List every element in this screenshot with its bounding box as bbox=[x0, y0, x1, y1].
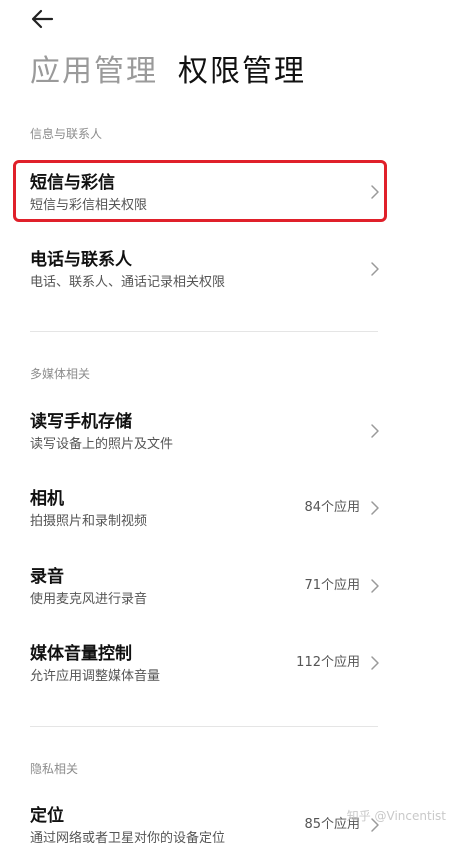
item-title: 短信与彩信 bbox=[30, 173, 115, 193]
item-subtitle: 短信与彩信相关权限 bbox=[30, 198, 148, 213]
item-title: 定位 bbox=[30, 806, 64, 826]
chevron-right-icon bbox=[371, 262, 379, 276]
header-tabs: 应用管理 权限管理 bbox=[30, 50, 306, 94]
tab-permission-management[interactable]: 权限管理 bbox=[178, 50, 306, 94]
chevron-right-icon bbox=[371, 579, 379, 593]
list-item-location[interactable]: 定位 通过网络或者卫星对你的设备定位 85个应用 bbox=[30, 805, 380, 855]
tab-app-management[interactable]: 应用管理 bbox=[30, 50, 158, 94]
chevron-right-icon bbox=[371, 656, 379, 670]
chevron-right-icon bbox=[371, 501, 379, 515]
section-header-media: 多媒体相关 bbox=[30, 367, 91, 381]
item-subtitle: 允许应用调整媒体音量 bbox=[30, 669, 161, 684]
section-header-messaging: 信息与联系人 bbox=[30, 127, 103, 141]
chevron-right-icon bbox=[371, 424, 379, 438]
app-count: 112个应用 bbox=[296, 655, 360, 670]
item-title: 相机 bbox=[30, 489, 64, 509]
item-subtitle: 拍摄照片和录制视频 bbox=[30, 514, 148, 529]
item-subtitle: 读写设备上的照片及文件 bbox=[30, 437, 174, 452]
item-title: 录音 bbox=[30, 567, 64, 587]
list-item-media-volume[interactable]: 媒体音量控制 允许应用调整媒体音量 112个应用 bbox=[30, 643, 380, 693]
section-header-privacy: 隐私相关 bbox=[30, 762, 79, 776]
list-item-storage[interactable]: 读写手机存储 读写设备上的照片及文件 bbox=[30, 411, 380, 461]
section-divider bbox=[30, 726, 378, 727]
item-title: 媒体音量控制 bbox=[30, 644, 132, 664]
back-arrow-icon bbox=[31, 9, 54, 29]
item-subtitle: 通过网络或者卫星对你的设备定位 bbox=[30, 831, 226, 846]
list-item-camera[interactable]: 相机 拍摄照片和录制视频 84个应用 bbox=[30, 488, 380, 538]
section-divider bbox=[30, 331, 378, 332]
item-subtitle: 使用麦克风进行录音 bbox=[30, 592, 148, 607]
watermark: 知乎 @Vincentist bbox=[346, 809, 446, 823]
chevron-right-icon bbox=[371, 185, 379, 199]
list-item-phone-contacts[interactable]: 电话与联系人 电话、联系人、通话记录相关权限 bbox=[30, 249, 380, 299]
back-button[interactable] bbox=[30, 6, 56, 32]
list-item-record[interactable]: 录音 使用麦克风进行录音 71个应用 bbox=[30, 566, 380, 616]
list-item-sms[interactable]: 短信与彩信 短信与彩信相关权限 bbox=[30, 172, 380, 222]
item-title: 读写手机存储 bbox=[30, 412, 132, 432]
item-subtitle: 电话、联系人、通话记录相关权限 bbox=[30, 275, 226, 290]
app-count: 84个应用 bbox=[304, 500, 360, 515]
item-title: 电话与联系人 bbox=[30, 250, 132, 270]
app-count: 71个应用 bbox=[304, 578, 360, 593]
